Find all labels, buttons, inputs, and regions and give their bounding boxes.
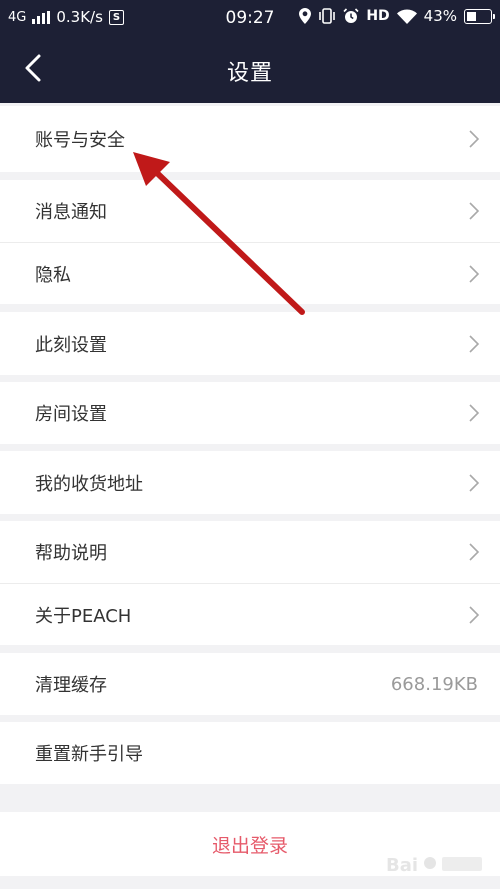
menu-item-label: 此刻设置: [35, 334, 107, 356]
chevron-right-icon: [469, 130, 480, 148]
menu-item-notifications[interactable]: 消息通知: [0, 180, 500, 242]
location-icon: [299, 8, 312, 24]
menu-item-label: 消息通知: [35, 202, 107, 223]
chevron-right-icon: [469, 334, 480, 353]
menu-item-shipping-address[interactable]: 我的收货地址: [0, 451, 500, 514]
chevron-right-icon: [469, 473, 480, 492]
cache-size-value: 668.19KB: [390, 673, 478, 695]
app-header: 4G 0.3K/s S 09:27 HD 43% 设置: [0, 0, 500, 103]
menu-item-label: 清理缓存: [35, 675, 107, 696]
menu-item-privacy[interactable]: 隐私: [0, 243, 500, 304]
status-right: HD 43%: [299, 7, 495, 25]
menu-item-label: 房间设置: [35, 404, 107, 425]
menu-item-account-security[interactable]: 账号与安全: [0, 106, 500, 172]
menu-item-label: 我的收货地址: [35, 473, 143, 495]
chevron-right-icon: [469, 202, 480, 220]
alarm-icon: [343, 8, 359, 23]
page-title: 设置: [226, 61, 273, 86]
menu-item-label: 重置新手引导: [35, 744, 143, 765]
menu-item-room-settings[interactable]: 房间设置: [0, 382, 500, 444]
wifi-icon: [396, 9, 417, 24]
chevron-right-icon: [469, 543, 480, 561]
chevron-right-icon: [469, 264, 480, 283]
menu-item-moment-settings[interactable]: 此刻设置: [0, 312, 500, 375]
chevron-right-icon: [469, 605, 480, 624]
vibrate-icon: [319, 8, 336, 24]
svg-text:Bai: Bai: [386, 855, 418, 876]
logout-label: 退出登录: [211, 834, 288, 857]
menu-item-about[interactable]: 关于PEACH: [0, 584, 500, 645]
chevron-right-icon: [469, 404, 480, 422]
status-bar: 4G 0.3K/s S 09:27 HD 43%: [0, 0, 500, 34]
menu-item-label: 账号与安全: [35, 130, 125, 151]
watermark-logo-icon: Bai: [386, 855, 482, 876]
battery-percent: 43%: [423, 7, 457, 25]
menu-item-help[interactable]: 帮助说明: [0, 521, 500, 583]
battery-icon: [464, 8, 495, 24]
menu-item-reset-guide[interactable]: 重置新手引导: [0, 722, 500, 784]
menu-item-clear-cache[interactable]: 清理缓存 668.19KB: [0, 653, 500, 715]
hd-indicator: HD: [366, 8, 390, 24]
menu-item-label: 帮助说明: [35, 543, 107, 564]
menu-item-label: 隐私: [35, 264, 71, 286]
menu-item-label: 关于PEACH: [35, 605, 132, 627]
